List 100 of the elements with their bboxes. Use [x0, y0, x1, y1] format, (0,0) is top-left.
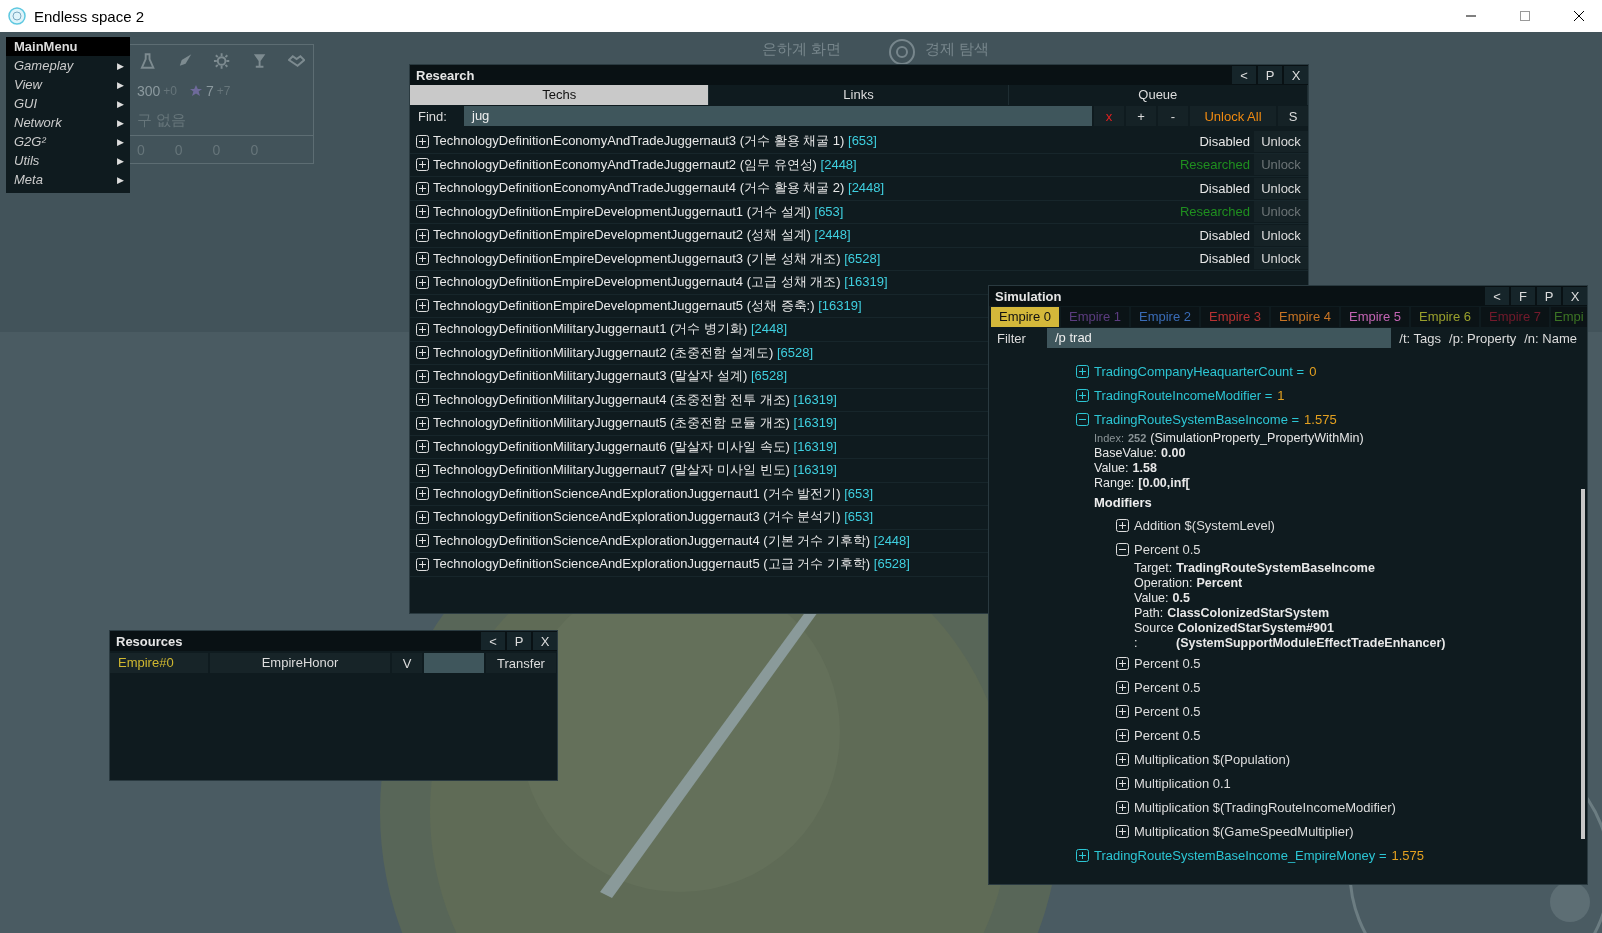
unlock-button[interactable]: Unlock	[1254, 224, 1308, 246]
collapse-icon[interactable]	[1116, 542, 1129, 556]
expand-icon[interactable]	[1116, 518, 1129, 532]
expand-icon[interactable]	[416, 463, 429, 477]
expand-icon[interactable]	[416, 534, 429, 548]
unlock-button[interactable]: Unlock	[1254, 130, 1308, 152]
expand-icon[interactable]	[416, 487, 429, 501]
expand-icon[interactable]	[416, 158, 429, 172]
expand-icon[interactable]	[416, 252, 429, 266]
field-value: 0.00	[1161, 446, 1186, 461]
transfer-button[interactable]: Transfer	[486, 653, 556, 673]
compass-icon	[888, 38, 916, 66]
expand-icon[interactable]	[1076, 364, 1089, 378]
tab[interactable]: Links	[709, 85, 1009, 105]
field-value: TradingRouteSystemBaseIncome	[1176, 561, 1375, 576]
menu-item[interactable]: Meta ▶	[6, 170, 130, 189]
menu-item[interactable]: View ▶	[6, 75, 130, 94]
expand-icon[interactable]	[416, 134, 429, 148]
expand-icon[interactable]	[416, 416, 429, 430]
window-title: Endless space 2	[34, 7, 146, 25]
empire-tab[interactable]: Empire 5	[1341, 307, 1409, 327]
expand-icon[interactable]	[416, 393, 429, 407]
tab[interactable]: Techs	[410, 85, 710, 105]
amount-field[interactable]	[424, 653, 484, 673]
toggle-button[interactable]: V	[392, 653, 422, 673]
filter-hint: /n: Name	[1524, 330, 1577, 346]
search-field[interactable]: jug	[464, 106, 1092, 126]
panel-header-button[interactable]: X	[533, 632, 557, 650]
collapse-icon[interactable]	[1076, 412, 1089, 426]
scrollbar[interactable]	[1581, 489, 1585, 839]
expand-icon[interactable]	[416, 181, 429, 195]
expand-icon[interactable]	[416, 299, 429, 313]
tab[interactable]: Queue	[1008, 85, 1308, 105]
field-value: 0.5	[1172, 591, 1190, 606]
expand-icon[interactable]	[416, 510, 429, 524]
modifier-name: Multiplication $(GameSpeedMultiplier)	[1134, 823, 1354, 839]
toolbar-button[interactable]: +	[1126, 106, 1156, 126]
menu-item[interactable]: G2G² ▶	[6, 132, 130, 151]
modifier-name: Multiplication 0.1	[1134, 775, 1231, 791]
modifiers-heading: Modifiers	[1094, 495, 1152, 510]
field-label: BaseValue:	[1094, 446, 1157, 461]
app-icon	[8, 7, 26, 25]
expand-icon[interactable]	[1116, 656, 1129, 670]
expand-icon[interactable]	[1116, 776, 1129, 790]
expand-icon[interactable]	[416, 346, 429, 360]
expand-icon[interactable]	[416, 369, 429, 383]
expand-icon[interactable]	[1116, 824, 1129, 838]
expand-icon[interactable]	[1116, 800, 1129, 814]
toolbar-button[interactable]: S	[1278, 106, 1308, 126]
panel-header-button[interactable]: P	[507, 632, 531, 650]
tech-name: TechnologyDefinitionScienceAndExplorationJuggernaut5 (고급 거수 기후학) [6528]	[433, 555, 910, 574]
tech-name: TechnologyDefinitionScienceAndExplorationJuggernaut4 (기본 거수 기후학) [2448]	[433, 531, 910, 550]
expand-icon[interactable]	[416, 228, 429, 242]
unlock-button[interactable]: Unlock	[1254, 248, 1308, 270]
field-value: [0.00,inf[	[1138, 476, 1190, 491]
panel-header-button[interactable]: F	[1511, 287, 1535, 305]
empire-tab[interactable]: Empire 4	[1271, 307, 1339, 327]
panel-header-button[interactable]: P	[1258, 66, 1282, 84]
panel-header-button[interactable]: X	[1563, 287, 1587, 305]
panel-header-button[interactable]: X	[1284, 66, 1308, 84]
expand-icon[interactable]	[416, 557, 429, 571]
empire-name: Empire#0	[110, 653, 208, 673]
panel-header-button[interactable]: <	[1232, 66, 1256, 84]
tech-name: TechnologyDefinitionMilitaryJuggernaut6 (말살자 미사일 속도) [16319]	[433, 437, 837, 456]
empire-tab[interactable]: Empire 2	[1131, 307, 1199, 327]
expand-icon[interactable]	[1116, 728, 1129, 742]
menu-item[interactable]: Gameplay ▶	[6, 56, 130, 75]
panel-title: Simulation	[995, 288, 1063, 304]
empire-tab[interactable]: Empire 0	[991, 307, 1059, 327]
filter-field[interactable]: /p trad	[1047, 328, 1392, 348]
expand-icon[interactable]	[1116, 752, 1129, 766]
expand-icon[interactable]	[1116, 680, 1129, 694]
expand-icon[interactable]	[1116, 704, 1129, 718]
menu-item[interactable]: GUI ▶	[6, 94, 130, 113]
resource-name[interactable]: EmpireHonor	[210, 653, 390, 673]
toolbar-button[interactable]: x	[1094, 106, 1124, 126]
index-label: Index:	[1094, 431, 1124, 446]
empire-tab[interactable]: Empire 6	[1411, 307, 1479, 327]
tech-name: TechnologyDefinitionMilitaryJuggernaut4 (초중전함 전투 개조) [16319]	[433, 390, 837, 409]
expand-icon[interactable]	[416, 440, 429, 454]
panel-header-button[interactable]: P	[1537, 287, 1561, 305]
field-label: Value:	[1094, 461, 1129, 476]
panel-header-button[interactable]: <	[481, 632, 505, 650]
unlock-button[interactable]: Unlock	[1254, 177, 1308, 199]
modifier-name: Multiplication $(TradingRouteIncomeModifier)	[1134, 799, 1396, 815]
expand-icon[interactable]	[1076, 388, 1089, 402]
tech-status: Disabled	[1199, 227, 1250, 243]
tech-name: TechnologyDefinitionMilitaryJuggernaut7 (말살자 미사일 빈도) [16319]	[433, 461, 837, 480]
expand-icon[interactable]	[416, 275, 429, 289]
tech-name: TechnologyDefinitionScienceAndExplorationJuggernaut3 (거수 분석기) [653]	[433, 508, 874, 527]
menu-item[interactable]: Utils ▶	[6, 151, 130, 170]
toolbar-button[interactable]: -	[1158, 106, 1188, 126]
toolbar-button[interactable]: Unlock All	[1190, 106, 1276, 126]
panel-title: Resources	[116, 633, 184, 649]
expand-icon[interactable]	[416, 322, 429, 336]
expand-icon[interactable]	[416, 205, 429, 219]
menu-item[interactable]: Network ▶	[6, 113, 130, 132]
panel-header-button[interactable]: <	[1485, 287, 1509, 305]
expand-icon[interactable]	[1076, 848, 1089, 862]
tech-name: TechnologyDefinitionEconomyAndTradeJuggernaut4 (거수 활용 채굴 2) [2448]	[433, 179, 885, 198]
